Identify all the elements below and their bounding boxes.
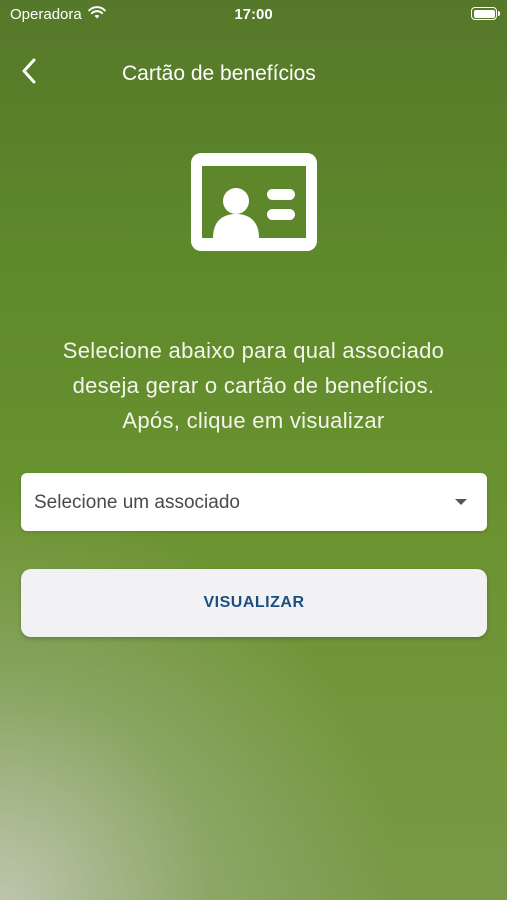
associate-select[interactable]: Selecione um associado <box>21 473 487 531</box>
select-placeholder: Selecione um associado <box>34 492 240 513</box>
instructions-text: Selecione abaixo para qual associado des… <box>20 333 487 438</box>
id-card-icon <box>191 153 317 251</box>
nav-bar: Cartão de benefícios <box>0 50 507 100</box>
instructions-line-2: deseja gerar o cartão de benefícios. <box>72 373 435 398</box>
instructions-line-3: Após, clique em visualizar <box>122 408 385 433</box>
page-title: Cartão de benefícios <box>122 62 316 85</box>
view-button[interactable]: VISUALIZAR <box>21 569 487 637</box>
status-time: 17:00 <box>234 6 273 23</box>
battery-icon <box>471 7 500 20</box>
chevron-left-icon <box>21 58 37 89</box>
caret-down-icon <box>455 499 467 505</box>
instructions-line-1: Selecione abaixo para qual associado <box>62 338 445 363</box>
back-button[interactable] <box>14 56 44 90</box>
status-bar: Operadora 17:00 <box>0 0 507 30</box>
